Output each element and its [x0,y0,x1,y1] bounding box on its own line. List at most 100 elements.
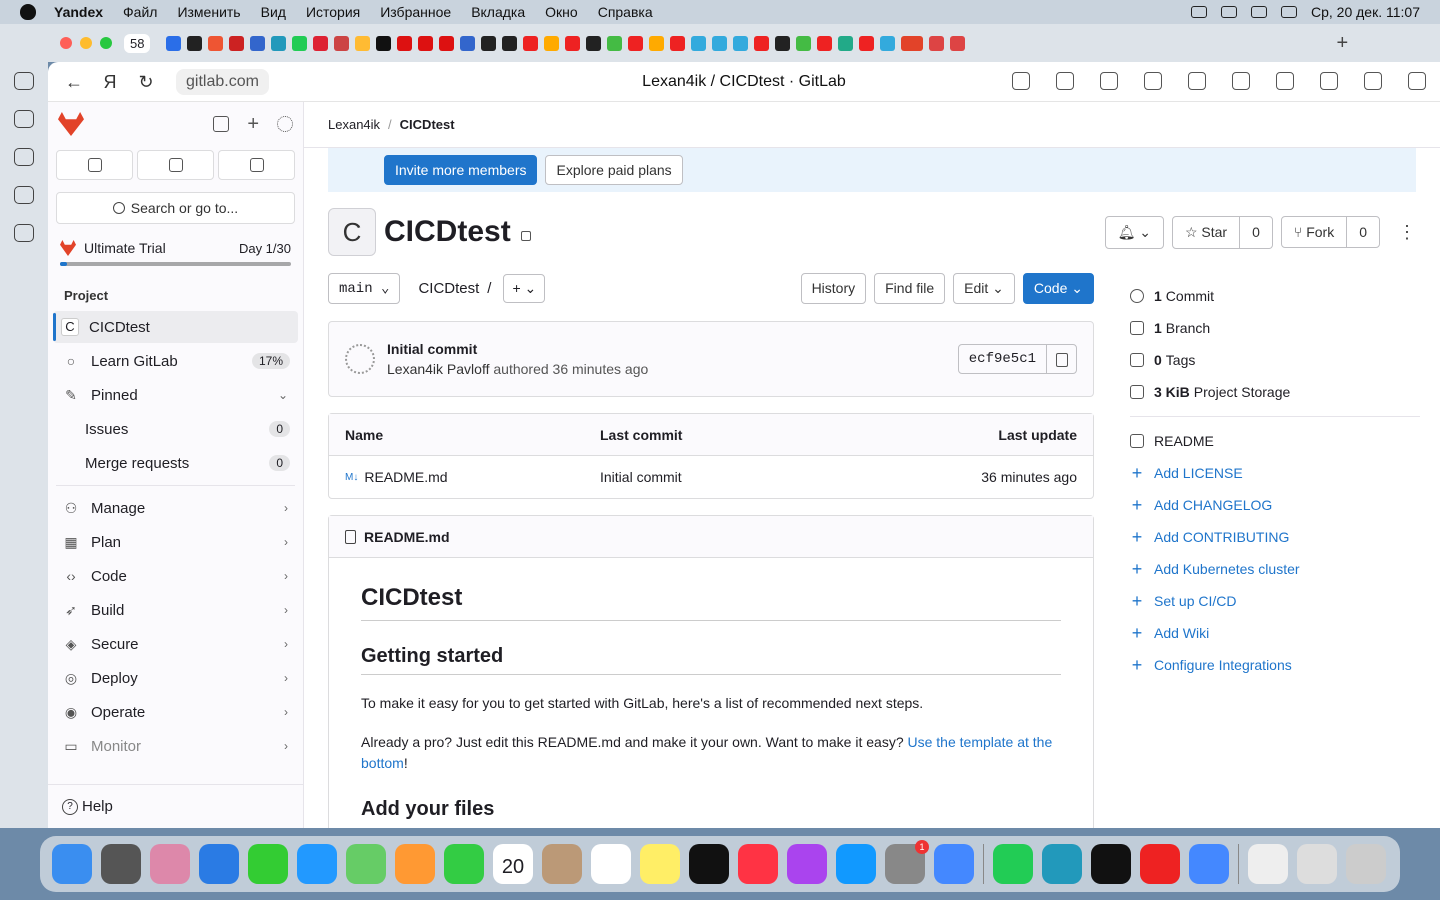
branch-selector[interactable]: main ⌄ [328,272,401,304]
gitlab-logo-icon[interactable] [58,112,84,136]
tab-favicon[interactable] [838,35,854,51]
file-last-commit[interactable]: Initial commit [600,469,877,485]
apple-tv-icon[interactable] [689,844,729,884]
app-store-icon[interactable] [836,844,876,884]
tab-favicon[interactable] [166,35,182,51]
terminal-icon[interactable] [1091,844,1131,884]
reader-icon[interactable] [1056,72,1074,90]
merge-requests-shortcut[interactable] [137,150,214,180]
menu-item[interactable]: Избранное [380,4,451,20]
sidebar-item-pinned[interactable]: ✎ Pinned ⌄ [53,379,298,411]
menu-item[interactable]: Изменить [177,4,240,20]
minimize-window-button[interactable] [80,37,92,49]
create-new-icon[interactable]: + [247,114,259,134]
stat-tags[interactable]: 0 Tags [1130,344,1420,376]
more-actions-icon[interactable]: ⋮ [1398,222,1416,243]
sidebar-item-merge-requests[interactable]: Merge requests 0 [53,447,298,479]
extension-icon[interactable] [1188,72,1206,90]
music-icon[interactable] [738,844,778,884]
stat-storage[interactable]: 3 KiB Project Storage [1130,376,1420,408]
yandex-icon[interactable]: Я [100,72,120,92]
help-button[interactable]: ? Help [48,784,304,828]
todos-shortcut[interactable] [218,150,295,180]
tab-favicon[interactable] [460,35,476,51]
battery-saver-icon[interactable] [1320,72,1338,90]
fork-button[interactable]: ⑂ Fork 0 [1280,216,1380,248]
repo-path-root[interactable]: CICDtest [418,280,479,297]
battery-icon[interactable] [1221,6,1237,18]
zoom-window-button[interactable] [100,37,112,49]
github-tab-icon[interactable] [187,35,203,51]
podcasts-icon[interactable] [787,844,827,884]
readme-filename[interactable]: README.md [364,529,450,545]
tab-favicon[interactable] [397,35,413,51]
sidebar-item-project[interactable]: C CICDtest [53,311,298,343]
add-to-tree-button[interactable]: + ⌄ [503,273,546,303]
reminders-icon[interactable] [591,844,631,884]
facetime-icon[interactable] [444,844,484,884]
calendar-icon[interactable]: 20 [493,844,533,884]
bookmark-icon[interactable] [1144,72,1162,90]
control-center-icon[interactable] [1281,6,1297,18]
github-tab-icon[interactable] [502,35,518,51]
menu-item[interactable]: Вкладка [471,4,525,20]
tab-favicon[interactable] [544,35,560,51]
extension-icon[interactable] [1232,72,1250,90]
copy-icon[interactable] [1046,345,1076,373]
add-changelog-link[interactable]: + Add CHANGELOG [1130,489,1420,521]
add-license-link[interactable]: + Add LICENSE [1130,457,1420,489]
menu-item[interactable]: История [306,4,360,20]
wifi-icon[interactable] [1251,6,1267,18]
tabs-icon[interactable] [14,186,34,204]
tab-favicon[interactable] [229,35,245,51]
extensions-icon[interactable] [1012,72,1030,90]
document-stack-icon[interactable] [1248,844,1288,884]
whatsapp-icon[interactable] [993,844,1033,884]
stat-commits[interactable]: 1 Commit [1130,280,1420,312]
github-tab-icon[interactable] [481,35,497,51]
extension-icon[interactable] [1276,72,1294,90]
telegram-tab-icon[interactable] [271,35,287,51]
tab-favicon[interactable] [418,35,434,51]
sidebar-item-operate[interactable]: ◉ Operate › [53,696,298,728]
add-contributing-link[interactable]: + Add CONTRIBUTING [1130,521,1420,553]
video-icon[interactable] [14,148,34,166]
tab-favicon[interactable] [796,35,812,51]
collections-icon[interactable] [14,110,34,128]
bluetooth-icon[interactable] [1191,6,1207,18]
issues-shortcut[interactable] [56,150,133,180]
apple-icon[interactable] [20,4,36,20]
stat-branches[interactable]: 1 Branch [1130,312,1420,344]
tab-favicon[interactable] [691,35,707,51]
trial-widget[interactable]: Ultimate Trial Day 1/30 [60,240,291,256]
sidebar-item-manage[interactable]: ⚇ Manage › [53,492,298,524]
tab-favicon[interactable] [607,35,623,51]
yandex-tab-icon[interactable] [670,35,686,51]
screenshot-app-icon[interactable] [101,844,141,884]
file-name[interactable]: README.md [364,469,447,485]
xcode-icon[interactable] [934,844,974,884]
user-avatar[interactable] [277,116,293,132]
yandex-tab-icon[interactable] [523,35,539,51]
sidebar-item-issues[interactable]: Issues 0 [53,413,298,445]
commit-author[interactable]: Lexan4ik Pavloff [387,361,489,377]
menu-app-name[interactable]: Yandex [54,4,103,20]
new-tab-button[interactable]: + [1336,32,1348,55]
yandex-browser-icon[interactable] [1140,844,1180,884]
downloads-stack-icon[interactable] [1297,844,1337,884]
tab-favicon[interactable] [712,35,728,51]
add-wiki-link[interactable]: + Add Wiki [1130,617,1420,649]
messages-icon[interactable] [248,844,288,884]
history-icon[interactable] [14,72,34,90]
system-settings-icon[interactable]: 1 [885,840,929,884]
sidebar-item-build[interactable]: ➶ Build › [53,594,298,626]
tab-favicon[interactable] [250,35,266,51]
maps-icon[interactable] [346,844,386,884]
gmail-tab-icon[interactable] [950,35,966,51]
whatsapp-tab-icon[interactable] [292,35,308,51]
gitlab-active-tab[interactable] [901,35,924,51]
reload-icon[interactable]: ↻ [136,72,156,92]
setup-cicd-link[interactable]: + Set up CI/CD [1130,585,1420,617]
star-button[interactable]: ☆ Star 0 [1171,215,1273,249]
tab-favicon[interactable] [565,35,581,51]
